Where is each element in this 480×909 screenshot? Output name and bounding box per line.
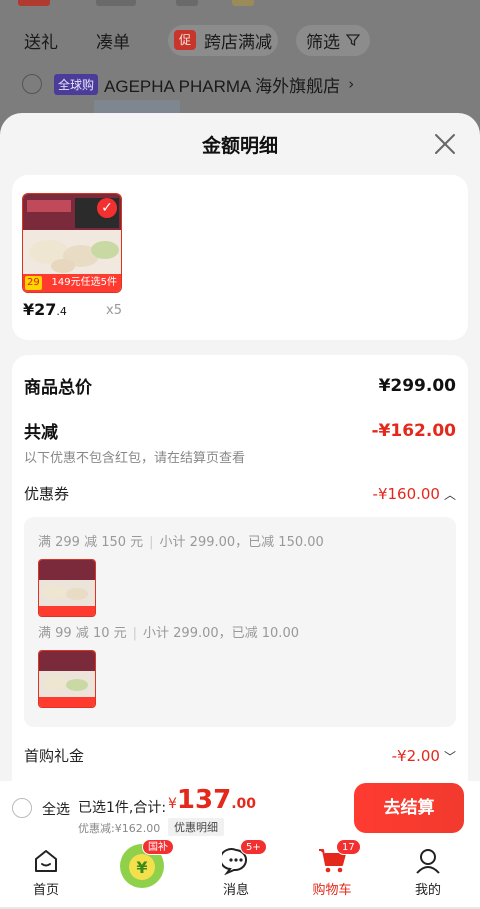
filter-cross-store[interactable]: 促 跨店满减	[168, 24, 278, 56]
message-badge: 5+	[240, 839, 267, 855]
product-quantity: x5	[106, 303, 122, 318]
profile-icon	[416, 849, 440, 874]
select-all-label[interactable]: 全选	[42, 799, 70, 819]
funnel-icon	[346, 34, 360, 47]
summary-card: 商品总价 ¥299.00 共减 -¥162.00 以下优惠不包含红包，请在结算页…	[12, 355, 468, 783]
close-icon[interactable]	[434, 133, 456, 155]
reduce-value: -¥162.00	[371, 420, 457, 441]
sheet-header: 金额明细	[0, 113, 480, 173]
store-checkbox[interactable]	[22, 74, 42, 94]
discount-detail-button[interactable]: 优惠明细	[168, 818, 224, 836]
reduce-label: 共减	[24, 423, 58, 443]
tab-cart[interactable]: 17 购物车	[292, 839, 372, 898]
dumpling-image-icon	[39, 560, 95, 600]
discount-text: 优惠减:¥162.00	[78, 822, 161, 835]
chevron-up-icon: ︿	[443, 487, 456, 502]
store-row[interactable]: 全球购 AGEPHA PHARMA 海外旗舰店 ›	[22, 70, 354, 98]
selected-count: 已选1件,合计:	[78, 800, 167, 816]
coupon-row[interactable]: 优惠券 -¥160.00 ︿	[24, 483, 456, 504]
first-gift-value[interactable]: -¥2.00 ﹀	[392, 747, 456, 765]
filter-screen[interactable]: 筛选	[296, 24, 370, 56]
coupon-line-2: 满 99 减 10 元 | 小计 299.00，已减 10.00	[38, 626, 299, 641]
total-amount: ¥137.00	[168, 785, 257, 815]
tab-home[interactable]: 首页	[6, 845, 86, 898]
tab-bar: 首页 ¥ 国补 5+ 消息 17 购物车 我的	[0, 839, 480, 909]
filter-bundle[interactable]: 凑单	[96, 28, 130, 53]
home-icon	[35, 850, 57, 872]
filter-bar: 送礼 凑单 促 跨店满减 筛选	[0, 20, 480, 60]
coupon-detail-box: 满 299 减 150 元 | 小计 299.00，已减 150.00 满 99 减…	[24, 517, 456, 727]
cart-badge: 17	[336, 839, 361, 855]
product-price: ¥27.4	[23, 300, 67, 319]
chevron-down-icon: ﹀	[443, 749, 456, 764]
product-promo-strip: 29 149元任选5件	[23, 274, 121, 292]
selected-check-icon: ✓	[97, 198, 117, 218]
tab-profile[interactable]: 我的	[388, 845, 468, 898]
global-badge: 全球购	[54, 73, 99, 95]
first-gift-label: 首购礼金	[24, 747, 85, 765]
coupon-line-1: 满 299 减 150 元 | 小计 299.00，已减 150.00	[38, 535, 324, 550]
store-name: AGEPHA PHARMA 海外旗舰店	[104, 76, 341, 96]
coupon-value[interactable]: -¥160.00 ︿	[373, 485, 456, 503]
total-value: ¥299.00	[378, 375, 456, 396]
checkout-button[interactable]: 去结算	[354, 783, 464, 833]
reduce-note: 以下优惠不包含红包，请在结算页查看	[24, 451, 246, 466]
chevron-right-icon: ›	[348, 75, 355, 93]
svg-text:¥: ¥	[136, 858, 147, 877]
subsidy-badge: 国补	[142, 839, 174, 855]
reduce-row: 共减 -¥162.00	[24, 418, 457, 444]
tab-messages[interactable]: 5+ 消息	[196, 839, 276, 898]
coupon-label: 优惠券	[24, 485, 70, 503]
sheet-title: 金额明细	[201, 135, 278, 157]
coupon-product-image-1	[38, 559, 96, 617]
select-all-checkbox[interactable]	[12, 798, 32, 818]
coupon-product-image-2	[38, 650, 96, 708]
total-label: 商品总价	[24, 378, 92, 398]
amount-detail-sheet: 金额明细 ✓ 29 149元任选5件 ¥27.4 x5 商品总价 ¥299.00…	[0, 113, 480, 783]
background-top-strip	[0, 0, 480, 12]
dumpling-image-icon	[39, 651, 95, 691]
background-thumbnail	[94, 100, 180, 114]
product-card: ✓ 29 149元任选5件 ¥27.4 x5	[12, 175, 468, 340]
filter-gift[interactable]: 送礼	[24, 28, 58, 53]
first-gift-row[interactable]: 首购礼金 -¥2.00 ﹀	[24, 745, 456, 766]
checkout-bar: 全选 已选1件,合计: ¥137.00 优惠减:¥162.00 优惠明细 去结算	[0, 781, 480, 839]
promo-tag: 促	[174, 30, 196, 50]
product-image[interactable]: ✓ 29 149元任选5件	[22, 193, 122, 293]
tab-subsidy[interactable]: ¥ 国补	[102, 839, 182, 889]
total-row: 商品总价 ¥299.00	[24, 373, 456, 399]
